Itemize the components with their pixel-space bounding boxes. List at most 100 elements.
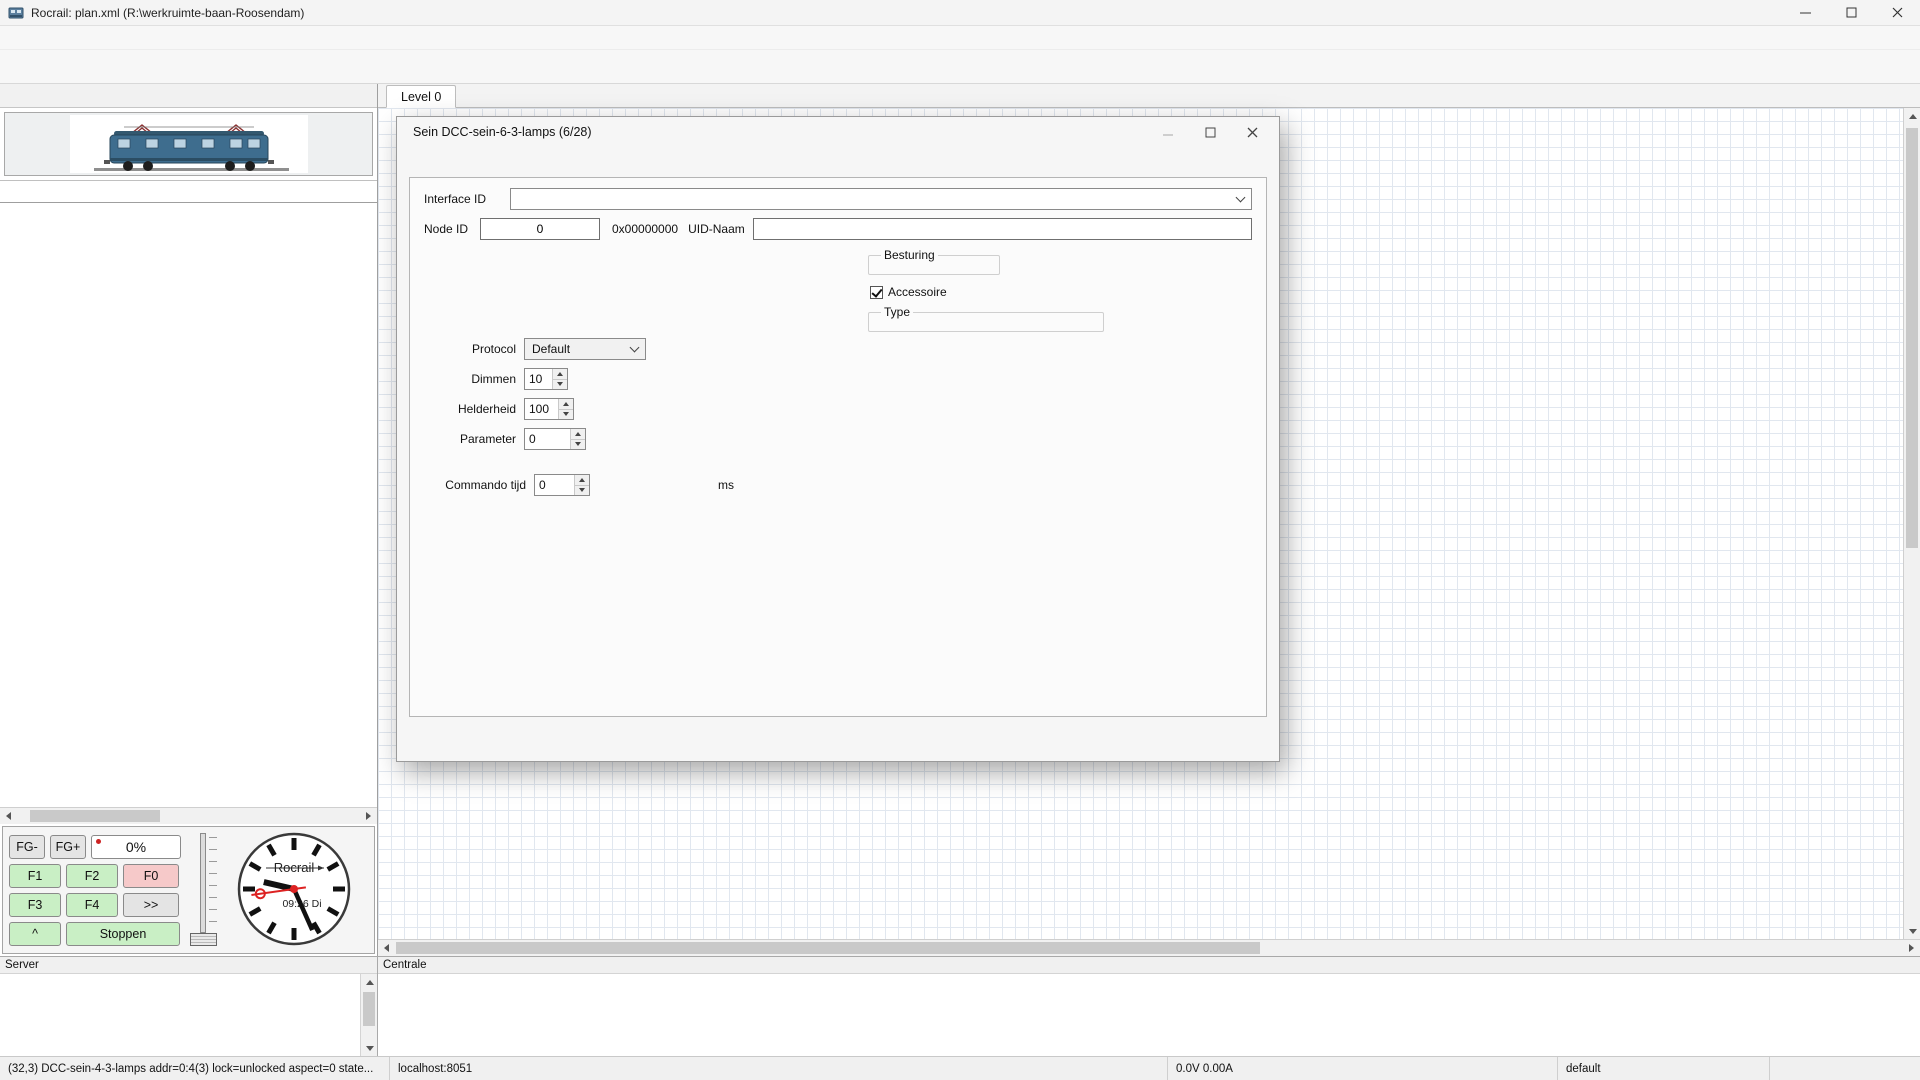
node-hex-value: 0x00000000 [612, 222, 679, 236]
dialog-maximize-button[interactable] [1197, 122, 1223, 142]
menu-bar [0, 26, 1920, 50]
helderheid-value: 100 [529, 402, 550, 416]
status-host: localhost:8051 [390, 1057, 1168, 1080]
locomotive-image-box [4, 112, 373, 176]
clock-brand: Rocrail [274, 860, 315, 875]
left-panel: FG- FG+ 0% F1 F2 F0 F3 F4 >> ^ Stoppen R… [0, 84, 378, 956]
scroll-left-arrow[interactable] [378, 940, 395, 956]
locomotive-table-header [0, 181, 377, 203]
scroll-right-arrow[interactable] [1903, 940, 1920, 956]
type-group: Type [868, 305, 1104, 332]
type-legend: Type [884, 305, 911, 319]
window-maximize-button[interactable] [1828, 0, 1874, 25]
dimmen-spinner[interactable]: 10 [524, 368, 568, 390]
f2-button[interactable]: F2 [66, 863, 118, 888]
uid-naam-input[interactable] [752, 218, 1252, 240]
spin-down[interactable] [575, 484, 589, 495]
more-functions-button[interactable]: >> [123, 892, 179, 917]
clock: Rocrail 09:26 Di [236, 831, 352, 950]
log-row: Server Centrale [0, 956, 1920, 1056]
commando-tijd-label: Commando tijd [445, 478, 526, 492]
fg-plus-button[interactable]: FG+ [50, 834, 86, 859]
direction-button[interactable]: ^ [9, 921, 61, 946]
dialog-title: Sein DCC-sein-6-3-lamps (6/28) [413, 125, 592, 139]
throttle-panel: FG- FG+ 0% F1 F2 F0 F3 F4 >> ^ Stoppen R… [2, 826, 375, 954]
window-minimize-button[interactable] [1782, 0, 1828, 25]
scroll-thumb[interactable] [363, 992, 375, 1026]
scroll-right-arrow[interactable] [360, 808, 377, 824]
chevron-down-icon [1235, 192, 1246, 203]
centrale-log [378, 974, 1920, 1056]
commando-tijd-value: 0 [539, 478, 546, 492]
chevron-down-icon [629, 342, 640, 353]
scroll-down-arrow[interactable] [1904, 923, 1920, 939]
accessoire-checkbox[interactable]: Accessoire [870, 285, 1104, 299]
protocol-select[interactable]: Default [524, 338, 646, 360]
f4-button[interactable]: F4 [66, 892, 118, 917]
slider-handle[interactable] [190, 933, 217, 946]
helderheid-label: Helderheid [457, 402, 516, 416]
window-title: Rocrail: plan.xml (R:\werkruimte-baan-Ro… [31, 5, 305, 20]
interface-id-combo[interactable] [510, 188, 1252, 210]
protocol-label: Protocol [471, 342, 516, 356]
parameter-label: Parameter [459, 432, 516, 446]
parameter-value: 0 [529, 432, 536, 446]
besturing-group: Besturing [868, 248, 1000, 275]
locomotive-table [0, 180, 377, 807]
centrale-log-header: Centrale [378, 957, 1920, 974]
status-selection-info: (32,3) DCC-sein-4-3-lamps addr=0:4(3) lo… [0, 1057, 390, 1080]
window-controls [1782, 0, 1920, 25]
level-tab[interactable]: Level 0 [386, 85, 457, 108]
parameter-spinner[interactable]: 0 [524, 428, 586, 450]
server-log-column: Server [0, 957, 378, 1056]
commando-tijd-spinner[interactable]: 0 [534, 474, 590, 496]
canvas-hscrollbar[interactable] [378, 939, 1920, 956]
dimmen-value: 10 [529, 372, 543, 386]
protocol-value: Default [532, 342, 571, 356]
spin-up[interactable] [553, 369, 567, 379]
f3-button[interactable]: F3 [9, 892, 61, 917]
interface-id-label: Interface ID [424, 192, 487, 206]
node-id-label: Node ID [424, 222, 469, 236]
dialog-minimize-button[interactable] [1155, 122, 1181, 142]
dialog-close-button[interactable] [1239, 122, 1265, 142]
scroll-thumb[interactable] [1906, 128, 1918, 548]
server-log-scrollbar[interactable] [360, 974, 377, 1056]
f1-button[interactable]: F1 [9, 863, 61, 888]
speed-slider[interactable] [188, 831, 222, 949]
status-power: 0.0V 0.00A [1168, 1057, 1558, 1080]
spin-up[interactable] [575, 475, 589, 485]
spin-down[interactable] [553, 378, 567, 389]
checkbox-icon [870, 285, 883, 299]
locomotive-image [69, 115, 308, 173]
window-titlebar: Rocrail: plan.xml (R:\werkruimte-baan-Ro… [0, 0, 1920, 26]
plan-area: Level 0 Sein DCC-sein-6-3-lamps (6/28) I… [378, 84, 1920, 956]
node-id-input[interactable] [480, 218, 600, 240]
helderheid-spinner[interactable]: 100 [524, 398, 574, 420]
window-close-button[interactable] [1874, 0, 1920, 25]
centrale-log-column: Centrale [378, 957, 1920, 1056]
scroll-left-arrow[interactable] [0, 808, 17, 824]
f0-button[interactable]: F0 [123, 863, 179, 888]
commando-ms-label: ms [718, 478, 734, 492]
scroll-thumb[interactable] [396, 942, 1260, 954]
canvas-vscrollbar[interactable] [1903, 108, 1920, 939]
stop-button[interactable]: Stoppen [66, 921, 180, 946]
left-panel-tabs [0, 84, 377, 108]
scroll-thumb[interactable] [30, 810, 160, 822]
slider-track [200, 833, 206, 933]
status-profile: default [1558, 1057, 1770, 1080]
scroll-down-arrow[interactable] [361, 1040, 377, 1056]
left-panel-hscrollbar[interactable] [0, 807, 377, 824]
toolbar [0, 50, 1920, 84]
dimmen-label: Dimmen [471, 372, 516, 386]
spin-down[interactable] [559, 408, 573, 419]
scroll-up-arrow[interactable] [1904, 108, 1920, 124]
scroll-up-arrow[interactable] [361, 974, 377, 990]
fg-minus-button[interactable]: FG- [9, 834, 45, 859]
spin-up[interactable] [559, 399, 573, 409]
spin-down[interactable] [571, 438, 585, 449]
spin-up[interactable] [571, 429, 585, 439]
uid-naam-label: UID-Naam [688, 222, 745, 236]
signal-properties-dialog: Sein DCC-sein-6-3-lamps (6/28) Interface… [396, 116, 1280, 762]
